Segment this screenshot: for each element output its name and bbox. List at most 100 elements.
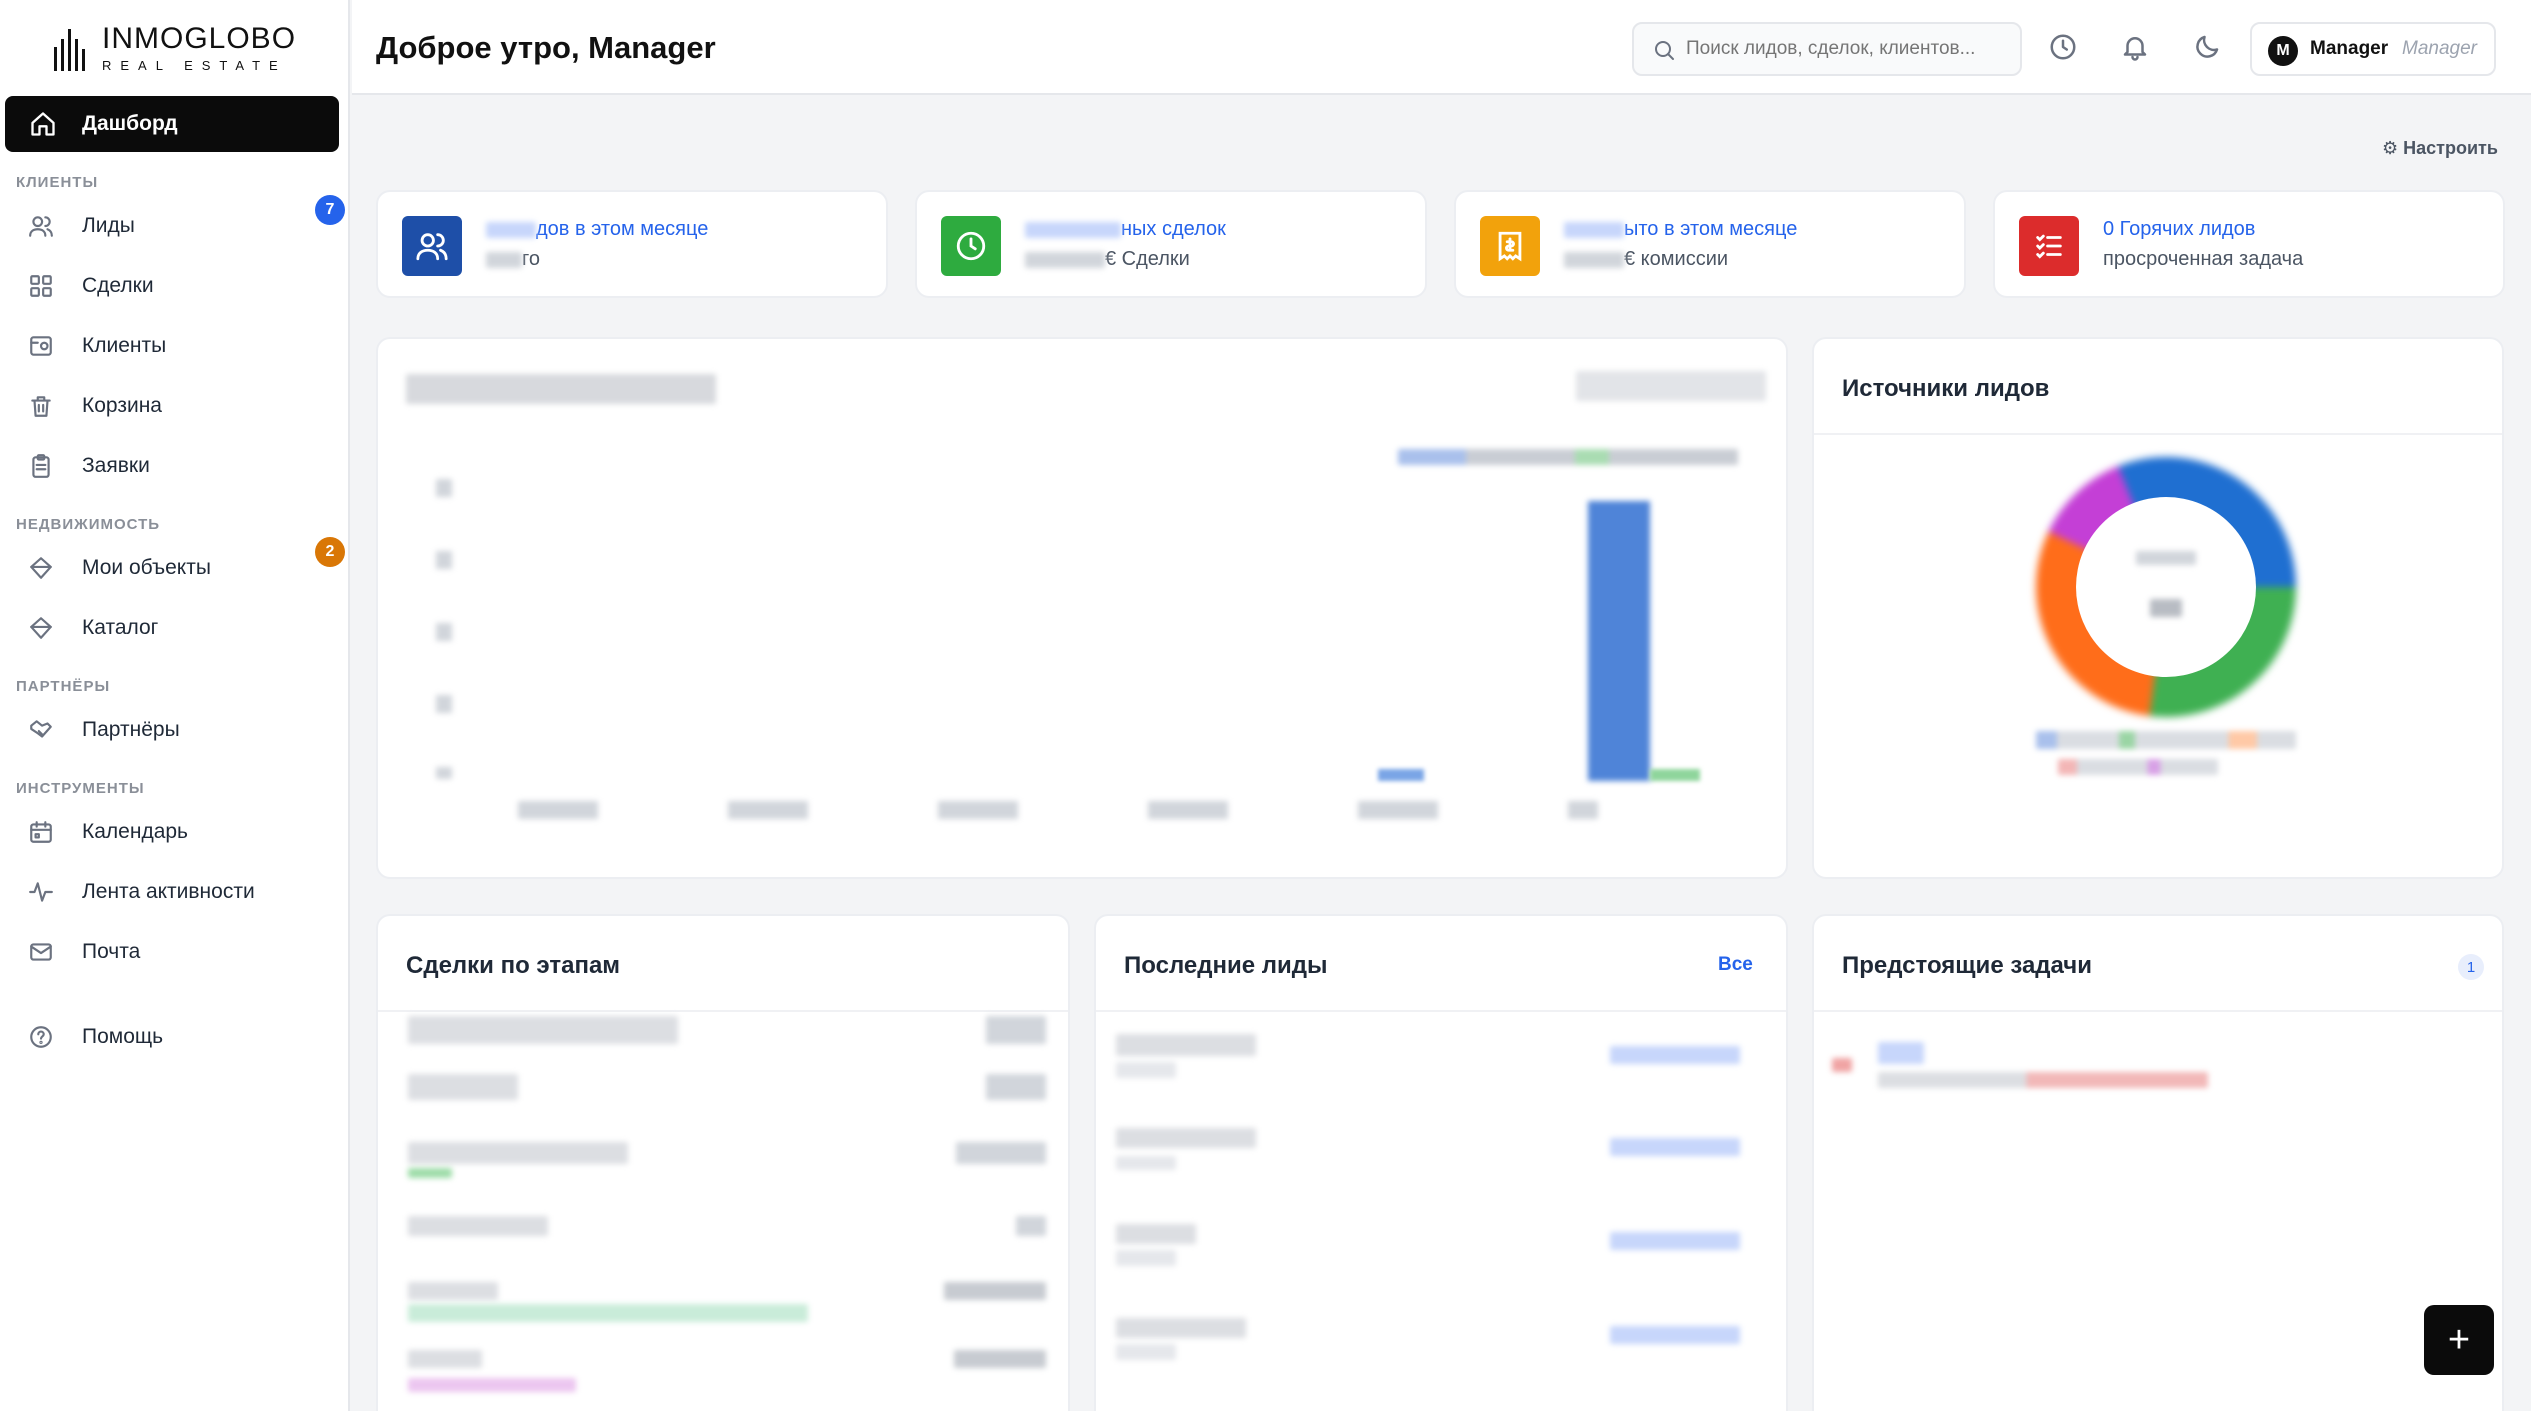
quick-add-button[interactable]: + [2424, 1305, 2494, 1375]
panel-title: Предстоящие задачи [1842, 952, 2092, 979]
panel-title: Источники лидов [1842, 375, 2050, 402]
sidebar-item-calendar[interactable]: Календарь [0, 807, 345, 857]
lead-sources-panel: Источники лидов [1812, 337, 2504, 879]
moon-icon[interactable] [2192, 32, 2222, 62]
panel-title: Сделки по этапам [406, 952, 621, 979]
leads-count-badge: 7 [315, 195, 345, 225]
stat-card-deals[interactable]: ных сделок € Сделки [915, 190, 1427, 298]
blurred-lead-name[interactable] [1116, 1128, 1256, 1148]
blurred-stage-row [408, 1142, 628, 1164]
sidebar-item-label: Мои объекты [82, 556, 211, 579]
sidebar-item-requests[interactable]: Заявки [0, 441, 345, 491]
sidebar-item-label: Календарь [82, 820, 188, 843]
tasks-count-badge: 1 [2458, 954, 2484, 980]
stat-icon-box [1480, 216, 1540, 276]
objects-count-badge: 2 [315, 537, 345, 567]
stat-sublabel: € комиссии [1624, 248, 1729, 270]
blurred-value [1564, 221, 1624, 238]
stat-sublabel: просроченная задача [2103, 248, 2304, 270]
brand-subtitle: REAL ESTATE [102, 57, 287, 73]
blurred-legend [2058, 759, 2218, 775]
blurred-legend [2036, 731, 2296, 749]
blurred-lead-status [1610, 1046, 1740, 1064]
sidebar-item-activity-feed[interactable]: Лента активности [0, 867, 345, 917]
blurred-lead-status [1610, 1326, 1740, 1344]
logo-mark-icon [54, 29, 85, 71]
search-box[interactable] [1632, 22, 2022, 76]
blurred-stage-row [408, 1074, 518, 1100]
sidebar-item-trash[interactable]: Корзина [0, 381, 345, 431]
history-icon[interactable] [2048, 32, 2078, 62]
blurred-lead-name[interactable] [1116, 1224, 1196, 1244]
stat-icon-box [402, 216, 462, 276]
user-menu[interactable]: M Manager Manager [2250, 22, 2496, 76]
user-role: Manager [2402, 38, 2477, 59]
search-input[interactable] [1686, 34, 2006, 64]
sidebar-item-label: Заявки [82, 454, 150, 477]
blurred-task-title[interactable] [1878, 1072, 2208, 1088]
section-title-property: НЕДВИЖИМОСТЬ [16, 516, 161, 533]
upcoming-tasks-panel: Предстоящие задачи 1 [1812, 914, 2504, 1411]
sidebar-item-label: Почта [82, 940, 141, 963]
stage-progress-bar [408, 1168, 452, 1178]
sidebar-item-catalog[interactable]: Каталог [0, 603, 345, 653]
stage-progress-bar [408, 1304, 808, 1322]
blurred-stage-value [986, 1016, 1046, 1044]
sidebar-item-leads[interactable]: Лиды 7 [0, 195, 345, 251]
search-icon [1655, 41, 1674, 60]
sidebar-item-mail[interactable]: Почта [0, 927, 345, 977]
configure-dashboard-link[interactable]: ⚙ Настроить [2382, 138, 2498, 159]
blurred-value [486, 251, 522, 268]
blurred-total [2150, 599, 2182, 617]
donut-hole [2076, 497, 2256, 677]
blurred-lead-meta [1116, 1344, 1176, 1360]
view-all-leads-link[interactable]: Все [1718, 954, 1753, 976]
sidebar-item-dashboard[interactable]: Дашборд [5, 96, 339, 152]
stat-label: дов в этом месяце [536, 218, 709, 240]
divider [1814, 1010, 2502, 1012]
blurred-stage-row [408, 1282, 498, 1300]
stage-progress-bar [408, 1378, 576, 1392]
blurred-stage-row [408, 1016, 678, 1044]
stat-sublabel: го [522, 248, 540, 270]
blurred-y-axis [436, 479, 452, 779]
sidebar-item-partners[interactable]: Партнёры [0, 705, 345, 755]
sidebar-item-label: Дашборд [82, 112, 178, 135]
bell-icon[interactable] [2120, 32, 2150, 62]
blurred-stage-row [408, 1216, 548, 1236]
blurred-lead-meta [1116, 1250, 1176, 1266]
divider [378, 1010, 1068, 1012]
sidebar-item-label: Корзина [82, 394, 162, 417]
home-icon [31, 112, 55, 136]
stat-label: ных сделок [1121, 218, 1226, 240]
checklist-icon [2036, 234, 2062, 259]
stat-card-commission[interactable]: ыто в этом месяце € комиссии [1454, 190, 1966, 298]
blurred-stage-row [408, 1350, 482, 1368]
sidebar-item-label: Помощь [82, 1025, 164, 1048]
section-title-partners: ПАРТНЁРЫ [16, 678, 111, 695]
blurred-lead-meta [1116, 1156, 1176, 1170]
clipboard-icon [32, 454, 50, 478]
sidebar-item-help[interactable]: Помощь [0, 1012, 345, 1062]
sidebar-item-label: Клиенты [82, 334, 167, 357]
stat-label: ыто в этом месяце [1624, 218, 1798, 240]
sidebar-item-my-objects[interactable]: Мои объекты 2 [0, 537, 345, 593]
users-icon [29, 216, 53, 237]
diamond-icon [30, 557, 52, 579]
sidebar-item-label: Сделки [82, 274, 154, 297]
mail-icon [30, 943, 52, 961]
sidebar-item-deals[interactable]: Сделки [0, 261, 345, 311]
blurred-lead-status [1610, 1232, 1740, 1250]
blurred-stage-value [954, 1350, 1046, 1368]
stat-card-hot-leads[interactable]: 0 Горячих лидов просроченная задача [1993, 190, 2505, 298]
brand-logo[interactable]: INMOGLOBO REAL ESTATE [52, 20, 296, 76]
sidebar-item-clients[interactable]: Клиенты [0, 321, 345, 371]
blurred-lead-name[interactable] [1116, 1034, 1256, 1056]
blurred-value [486, 221, 536, 238]
chart-bar [1650, 769, 1700, 781]
blurred-lead-name[interactable] [1116, 1318, 1246, 1338]
blurred-stage-value [956, 1142, 1046, 1164]
blurred-legend [1398, 449, 1738, 465]
stat-card-leads[interactable]: дов в этом месяце го [376, 190, 888, 298]
sidebar: INMOGLOBO REAL ESTATE Дашборд КЛИЕНТЫ Ли… [0, 0, 350, 1411]
